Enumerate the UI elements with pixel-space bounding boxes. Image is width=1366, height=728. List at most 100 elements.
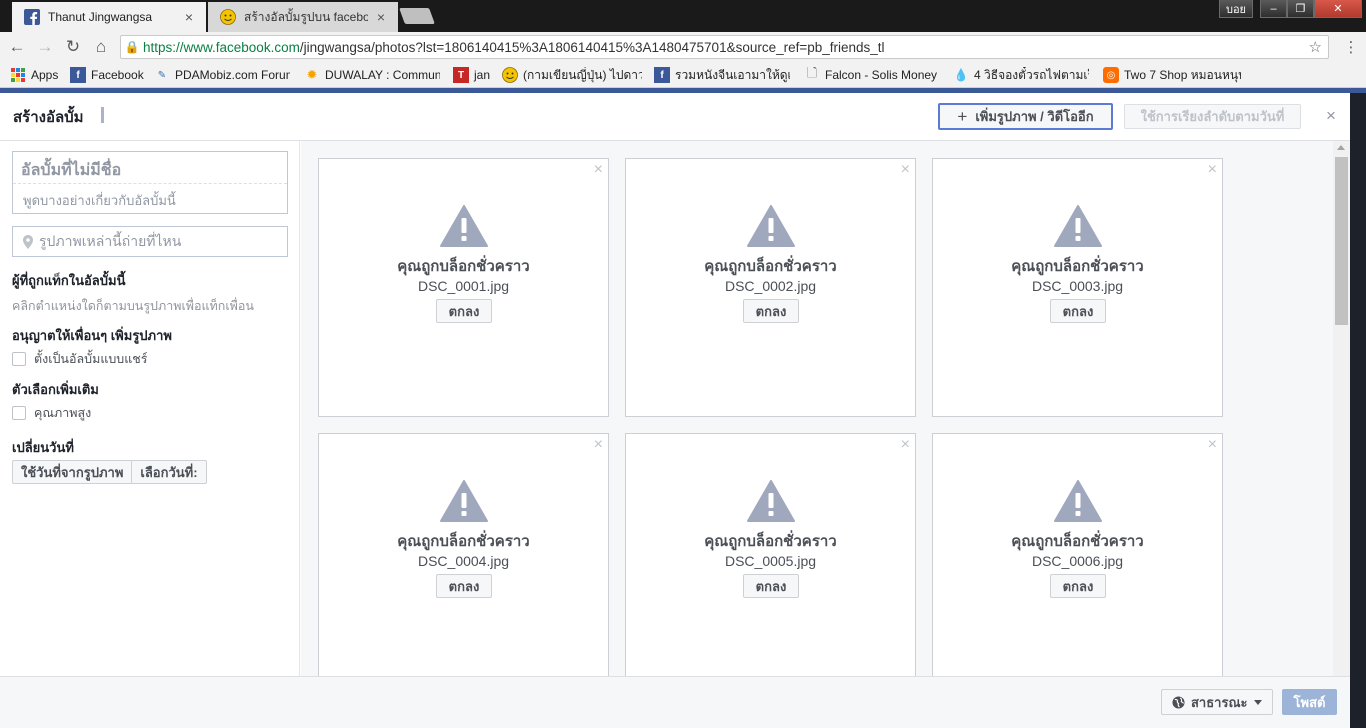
bookmark-falcon[interactable]: 🗋 Falcon - Solis Money <box>804 67 940 83</box>
tagged-heading: ผู้ที่ถูกแท็กในอัลบั้มนี้ <box>12 273 126 288</box>
photo-filename: DSC_0002.jpg <box>724 278 817 294</box>
add-photos-videos-button[interactable]: + เพิ่มรูปภาพ / วิดีโออีก <box>938 103 1113 130</box>
scroll-up-icon[interactable] <box>1337 145 1345 150</box>
bookmarks-bar: Apps f Facebook ✎ PDAMobiz.com Forum ✹ D… <box>0 62 1366 88</box>
ok-button[interactable]: ตกลง <box>1050 574 1106 598</box>
pen-icon: ✎ <box>157 69 167 81</box>
warning-icon <box>440 480 488 522</box>
tab-facebook-profile[interactable]: Thanut Jingwangsa × <box>12 2 206 32</box>
album-name-input[interactable]: อัลบั้มที่ไม่มีชื่อ <box>21 158 121 183</box>
bookmark-pdamobiz[interactable]: ✎ PDAMobiz.com Forum <box>154 67 290 83</box>
maximize-icon[interactable]: ❐ <box>1287 0 1314 18</box>
shared-album-checkbox[interactable] <box>12 352 26 366</box>
t-logo-icon: T <box>453 67 469 83</box>
bookmark-japanese[interactable]: (กามเขียนญี่ปุ่น) ไปดาวาก <box>502 67 642 83</box>
profile-button[interactable]: บอย <box>1219 0 1253 18</box>
more-options-heading: ตัวเลือกเพิ่มเติม <box>12 382 99 397</box>
emoji-face-icon <box>502 67 518 83</box>
warning-icon <box>1054 480 1102 522</box>
ok-button[interactable]: ตกลง <box>436 574 492 598</box>
remove-photo-icon[interactable]: × <box>901 436 910 454</box>
photo-grid: × คุณถูกบล็อกชั่วคราว DSC_0001.jpg ตกลง … <box>301 141 1333 676</box>
divider <box>13 183 287 184</box>
high-quality-checkbox[interactable] <box>12 406 26 420</box>
location-placeholder: รูปภาพเหล่านี้ถ่ายที่ไหน <box>39 232 182 249</box>
photo-grid-scrollbar[interactable] <box>1333 141 1350 676</box>
bookmark-star-icon[interactable]: ☆ <box>1309 38 1322 56</box>
facebook-icon: f <box>654 67 670 83</box>
blocked-message: คุณถูกบล็อกชั่วคราว <box>1011 258 1144 275</box>
privacy-selector[interactable]: สาธารณะ <box>1161 689 1273 715</box>
date-selector: ใช้วันที่จากรูปภาพ เลือกวันที่: <box>12 460 207 484</box>
tagged-hint: คลิกตำแหน่งใดก็ตามบนรูปภาพเพื่อแท็กเพื่อ… <box>12 299 254 313</box>
ok-button[interactable]: ตกลง <box>1050 299 1106 323</box>
remove-photo-icon[interactable]: × <box>594 436 603 454</box>
bookmark-facebook[interactable]: f Facebook <box>70 67 146 83</box>
globe-icon <box>1172 695 1185 709</box>
bookmark-duwalay[interactable]: ✹ DUWALAY : Commun <box>304 67 440 83</box>
tab-album-guide[interactable]: สร้างอัลบั้มรูปบน facebook × <box>208 2 398 32</box>
new-tab-button[interactable] <box>399 8 435 24</box>
bookmark-apps[interactable]: Apps <box>10 67 62 83</box>
location-input[interactable]: รูปภาพเหล่านี้ถ่ายที่ไหน <box>12 226 288 257</box>
high-quality-option[interactable]: คุณภาพสูง <box>12 403 91 423</box>
window-close-icon[interactable]: ✕ <box>1314 0 1362 18</box>
scrollbar-thumb[interactable] <box>1335 157 1348 325</box>
dialog-title: สร้างอัลบั้ม <box>13 109 84 126</box>
title-edit-marker <box>101 107 104 123</box>
lock-icon: 🔒 <box>124 40 140 54</box>
allow-friends-heading: อนุญาตให้เพื่อนๆ เพิ่มรูปภาพ <box>12 328 172 343</box>
page-edge-right <box>1350 93 1366 728</box>
change-date-heading: เปลี่ยนวันที่ <box>12 440 74 455</box>
bookmark-chinese-movies[interactable]: f รวมหนังจีนเอามาให้ดูเล่น <box>654 67 790 83</box>
bookmark-two7shop[interactable]: ◎ Two 7 Shop หมอนหนุน <box>1103 67 1241 83</box>
address-bar[interactable]: 🔒 https://www.facebook.com/jingwangsa/ph… <box>120 35 1329 59</box>
photo-card: × คุณถูกบล็อกชั่วคราว DSC_0004.jpg ตกลง <box>318 433 609 676</box>
photo-filename: DSC_0004.jpg <box>417 553 510 569</box>
photo-card: × คุณถูกบล็อกชั่วคราว DSC_0001.jpg ตกลง <box>318 158 609 417</box>
tab-title: สร้างอัลบั้มรูปบน facebook <box>244 9 368 24</box>
menu-icon[interactable]: ⋮ <box>1340 36 1362 58</box>
ok-button[interactable]: ตกลง <box>436 299 492 323</box>
sort-by-date-button[interactable]: ใช้การเรียงลำดับตามวันที่ <box>1124 104 1301 129</box>
ok-button[interactable]: ตกลง <box>743 299 799 323</box>
use-photo-date-button[interactable]: ใช้วันที่จากรูปภาพ <box>13 461 131 483</box>
warning-icon <box>747 205 795 247</box>
choose-date-button[interactable]: เลือกวันที่: <box>131 461 205 483</box>
remove-photo-icon[interactable]: × <box>594 161 603 179</box>
orange-circle-icon: ◎ <box>1103 67 1119 83</box>
photo-filename: DSC_0001.jpg <box>417 278 510 294</box>
tab-title: Thanut Jingwangsa <box>48 10 153 24</box>
page-icon: 🗋 <box>806 67 818 80</box>
blocked-message: คุณถูกบล็อกชั่วคราว <box>397 258 530 275</box>
shared-album-option[interactable]: ตั้งเป็นอัลบั้มแบบแชร์ <box>12 349 148 369</box>
blocked-message: คุณถูกบล็อกชั่วคราว <box>397 533 530 550</box>
minimize-icon[interactable]: – <box>1260 0 1287 18</box>
bookmark-jan[interactable]: T jan <box>453 67 493 83</box>
droplet-icon: 💧 <box>953 68 969 82</box>
create-album-dialog: สร้างอัลบั้ม + เพิ่มรูปภาพ / วิดีโออีก ใ… <box>0 93 1350 728</box>
album-settings-panel: อัลบั้มที่ไม่มีชื่อ พูดบางอย่างเกี่ยวกับ… <box>0 141 300 676</box>
forward-icon[interactable]: → <box>34 36 56 58</box>
photo-card: × คุณถูกบล็อกชั่วคราว DSC_0002.jpg ตกลง <box>625 158 916 417</box>
facebook-icon: f <box>70 67 86 83</box>
blocked-message: คุณถูกบล็อกชั่วคราว <box>704 258 837 275</box>
chevron-down-icon <box>1253 699 1262 705</box>
remove-photo-icon[interactable]: × <box>901 161 910 179</box>
close-tab-icon[interactable]: × <box>182 9 196 25</box>
plus-icon: + <box>957 106 968 126</box>
facebook-icon <box>24 9 40 25</box>
remove-photo-icon[interactable]: × <box>1208 161 1217 179</box>
home-icon[interactable]: ⌂ <box>90 36 112 58</box>
close-icon[interactable]: × <box>1322 107 1340 125</box>
album-description-input[interactable]: พูดบางอย่างเกี่ยวกับอัลบั้มนี้ <box>23 190 176 211</box>
close-tab-icon[interactable]: × <box>374 9 388 25</box>
photo-filename: DSC_0003.jpg <box>1031 278 1124 294</box>
reload-icon[interactable]: ↻ <box>62 36 84 58</box>
remove-photo-icon[interactable]: × <box>1208 436 1217 454</box>
back-icon[interactable]: ← <box>6 36 28 58</box>
ok-button[interactable]: ตกลง <box>743 574 799 598</box>
post-button[interactable]: โพสต์ <box>1282 689 1337 715</box>
warning-icon <box>440 205 488 247</box>
bookmark-train-tickets[interactable]: 💧 4 วิธีจองตั๋วรถไฟตามเร็ว <box>953 67 1089 83</box>
